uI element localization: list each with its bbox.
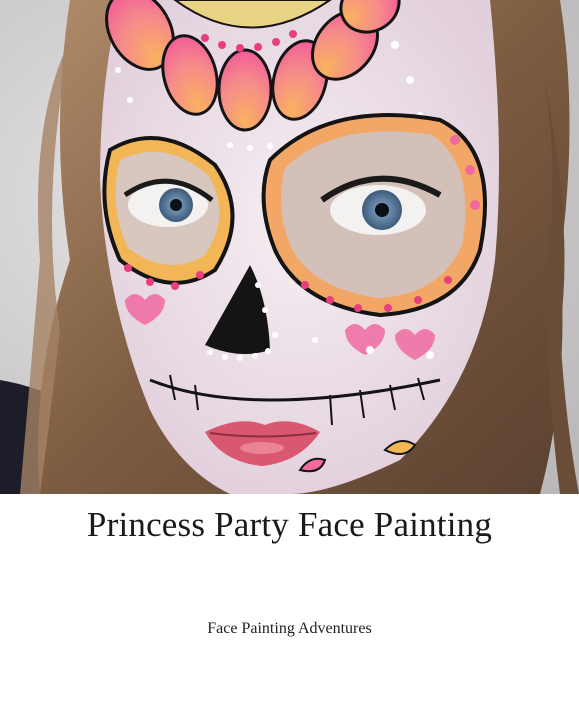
book-title: Princess Party Face Painting (86, 505, 493, 544)
book-author: Face Painting Adventures (207, 620, 372, 637)
cover-photo (0, 0, 579, 494)
